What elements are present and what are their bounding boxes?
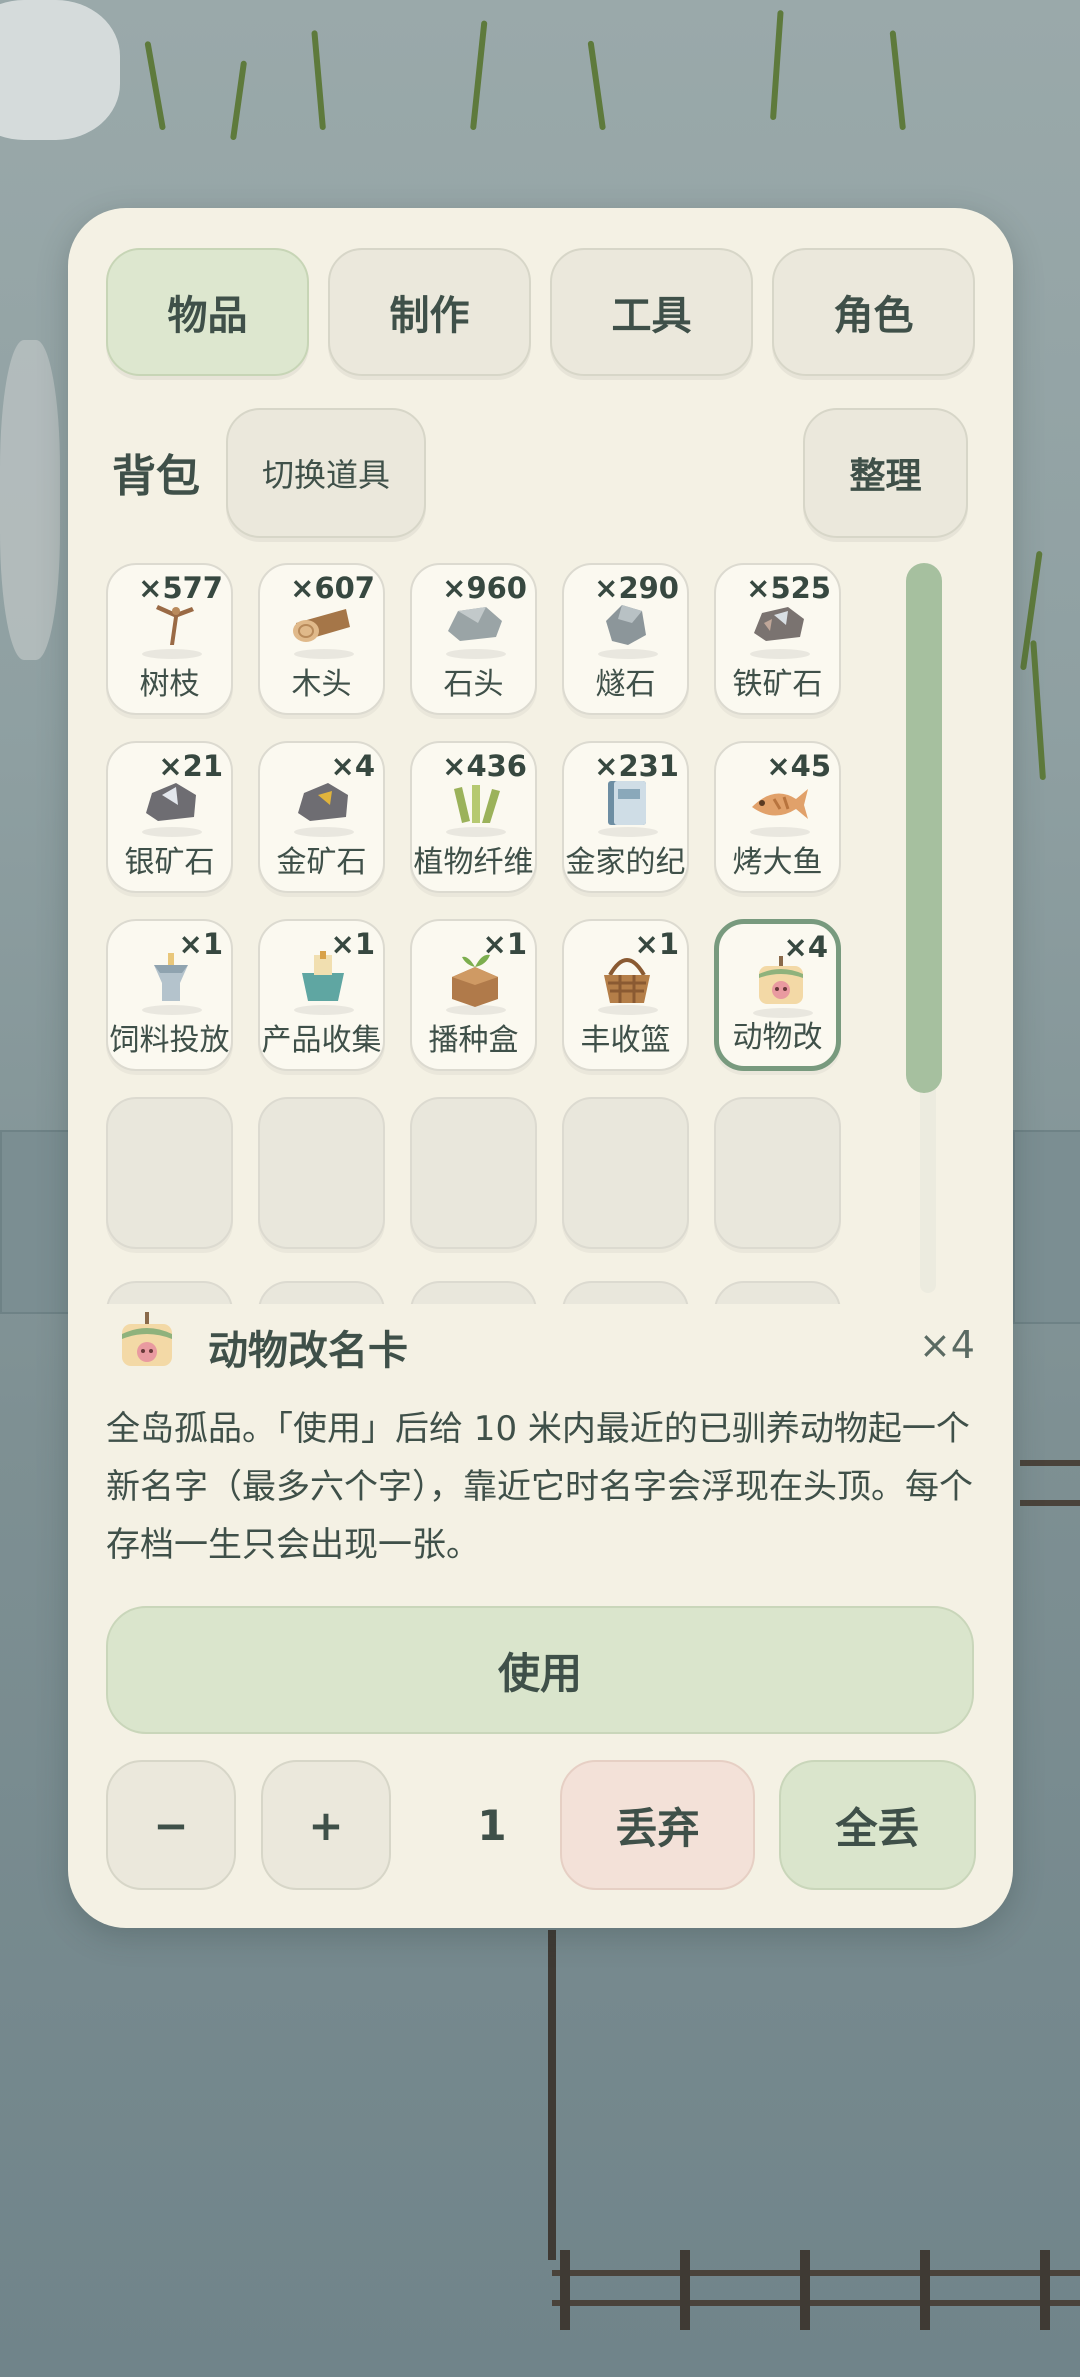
inventory-slot-empty[interactable]: [562, 1281, 689, 1304]
inventory-slot-empty[interactable]: [562, 1097, 689, 1249]
inventory-slot-empty[interactable]: [714, 1281, 841, 1304]
inventory-slot[interactable]: ×1 丰收篮: [562, 919, 689, 1071]
grass-tuft: [144, 40, 166, 131]
grass-tuft: [470, 20, 488, 131]
fence-rail: [1020, 1500, 1080, 1506]
inventory-slot[interactable]: ×607 木头: [258, 563, 385, 715]
inventory-slot-empty[interactable]: [258, 1281, 385, 1304]
inventory-slot-selected[interactable]: ×4 动物改: [714, 919, 841, 1071]
fence-post: [680, 2250, 690, 2330]
inventory-slot[interactable]: ×1 产品收集: [258, 919, 385, 1071]
decrease-quantity-button[interactable]: −: [106, 1760, 236, 1890]
use-button[interactable]: 使用: [106, 1606, 974, 1734]
increase-quantity-button[interactable]: +: [261, 1760, 391, 1890]
inventory-slot[interactable]: ×1 饲料投放: [106, 919, 233, 1071]
tab-items[interactable]: 物品: [106, 248, 309, 376]
tab-character[interactable]: 角色: [772, 248, 975, 376]
item-detail-title: 动物改名卡: [208, 1328, 408, 1374]
inventory-slot-empty[interactable]: [258, 1097, 385, 1249]
snowy-tree: [0, 0, 120, 140]
discard-all-button[interactable]: 全丢: [779, 1760, 976, 1890]
inventory-slot[interactable]: ×577 树枝: [106, 563, 233, 715]
sort-button[interactable]: 整理: [803, 408, 968, 538]
inventory-slot[interactable]: ×290 燧石: [562, 563, 689, 715]
inventory-slot[interactable]: ×436 植物纤维: [410, 741, 537, 893]
grass-tuft: [770, 10, 784, 121]
inventory-slot[interactable]: ×960 石头: [410, 563, 537, 715]
fence-post: [560, 2250, 570, 2330]
inventory-slot-empty[interactable]: [410, 1281, 537, 1304]
backpack-title: 背包: [112, 451, 200, 502]
inventory-slot-empty[interactable]: [714, 1097, 841, 1249]
inventory-slot-empty[interactable]: [106, 1281, 233, 1304]
item-detail-count: ×4: [918, 1323, 975, 1367]
inventory-panel: 物品 制作 工具 角色 背包 切换道具 整理 ×577 树枝 ×607 木头 ×…: [68, 208, 1013, 1928]
fence-post: [1040, 2250, 1050, 2330]
inventory-slot[interactable]: ×21 银矿石: [106, 741, 233, 893]
grass-tuft: [230, 60, 248, 141]
rename-card-icon: [122, 1312, 172, 1366]
inventory-slot[interactable]: ×45 烤大鱼: [714, 741, 841, 893]
switch-items-button[interactable]: 切换道具: [226, 408, 426, 538]
stone-tile: [0, 1130, 70, 1314]
inventory-slot[interactable]: ×231 金家的纪: [562, 741, 689, 893]
grass-tuft: [889, 30, 906, 131]
snowy-rock: [0, 340, 60, 660]
tab-crafting[interactable]: 制作: [328, 248, 531, 376]
stone-tile: [1013, 1130, 1080, 1324]
fence-rail: [552, 2300, 1080, 2306]
fence-post: [920, 2250, 930, 2330]
inventory-slot[interactable]: ×525 铁矿石: [714, 563, 841, 715]
fence-rail: [552, 2270, 1080, 2276]
inventory-slot[interactable]: ×4 金矿石: [258, 741, 385, 893]
fence-rail: [1020, 1460, 1080, 1466]
inventory-slot-empty[interactable]: [106, 1097, 233, 1249]
grass-tuft: [1030, 640, 1046, 781]
tab-tools[interactable]: 工具: [550, 248, 753, 376]
grass-tuft: [587, 40, 606, 131]
fence-post: [800, 2250, 810, 2330]
inventory-next-row: [98, 1273, 898, 1304]
inventory-slot-empty[interactable]: [410, 1097, 537, 1249]
quantity-value: 1: [477, 1800, 507, 1850]
item-detail-description: 全岛孤品。「使用」后给 10 米内最近的已驯养动物起一个新名字（最多六个字），靠…: [106, 1409, 973, 1565]
fence-post: [548, 1930, 556, 2260]
inventory-slot[interactable]: ×1 播种盒: [410, 919, 537, 1071]
grass-tuft: [311, 30, 326, 131]
discard-button[interactable]: 丢弃: [560, 1760, 755, 1890]
inventory-scrollbar-thumb[interactable]: [906, 563, 942, 1093]
